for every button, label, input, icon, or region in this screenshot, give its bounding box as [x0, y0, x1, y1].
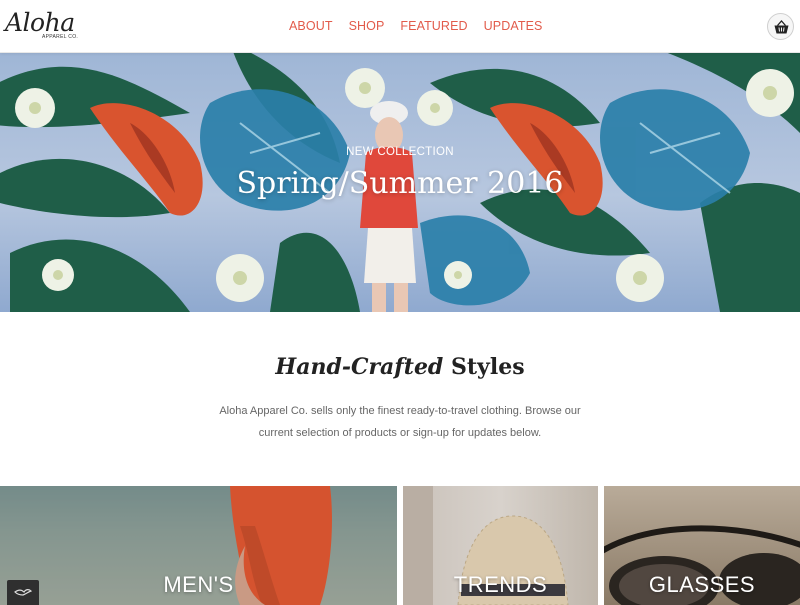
model-figure	[360, 101, 418, 312]
section-title-bold: Styles	[451, 354, 525, 380]
cart-button[interactable]	[767, 13, 794, 40]
main-nav: ABOUT SHOP FEATURED UPDATES	[289, 18, 542, 36]
category-label-glasses: GLASSES	[648, 572, 756, 597]
brand-logo[interactable]: Aloha APPAREL CO.	[5, 8, 79, 44]
category-label-mens: MEN'S	[163, 572, 234, 597]
section-title: Hand-Crafted Styles	[0, 352, 800, 382]
nav-item-updates[interactable]: UPDATES	[484, 18, 543, 36]
category-tile-trends[interactable]: TRENDS	[403, 486, 598, 605]
nav-item-shop[interactable]: SHOP	[349, 18, 385, 36]
nav-item-featured[interactable]: FEATURED	[400, 18, 467, 36]
category-tile-glasses[interactable]: GLASSES	[604, 486, 800, 605]
logo-subtext: APPAREL CO.	[42, 34, 79, 40]
section-description: Aloha Apparel Co. sells only the finest …	[219, 405, 581, 439]
hero-title: Spring/Summer 2016	[236, 166, 564, 201]
nav-item-about[interactable]: ABOUT	[289, 18, 333, 36]
category-tile-mens[interactable]: MEN'S	[0, 486, 397, 605]
hero-eyebrow: NEW COLLECTION	[346, 146, 454, 158]
feedback-button[interactable]	[7, 580, 39, 605]
section-title-italic: Hand-Crafted	[275, 354, 444, 380]
bird-icon	[14, 589, 32, 596]
hero-banner: NEW COLLECTION Spring/Summer 2016	[0, 53, 800, 312]
basket-icon	[774, 20, 789, 34]
category-label-trends: TRENDS	[453, 572, 548, 597]
site-header: Aloha APPAREL CO. ABOUT SHOP FEATURED UP…	[0, 0, 800, 53]
